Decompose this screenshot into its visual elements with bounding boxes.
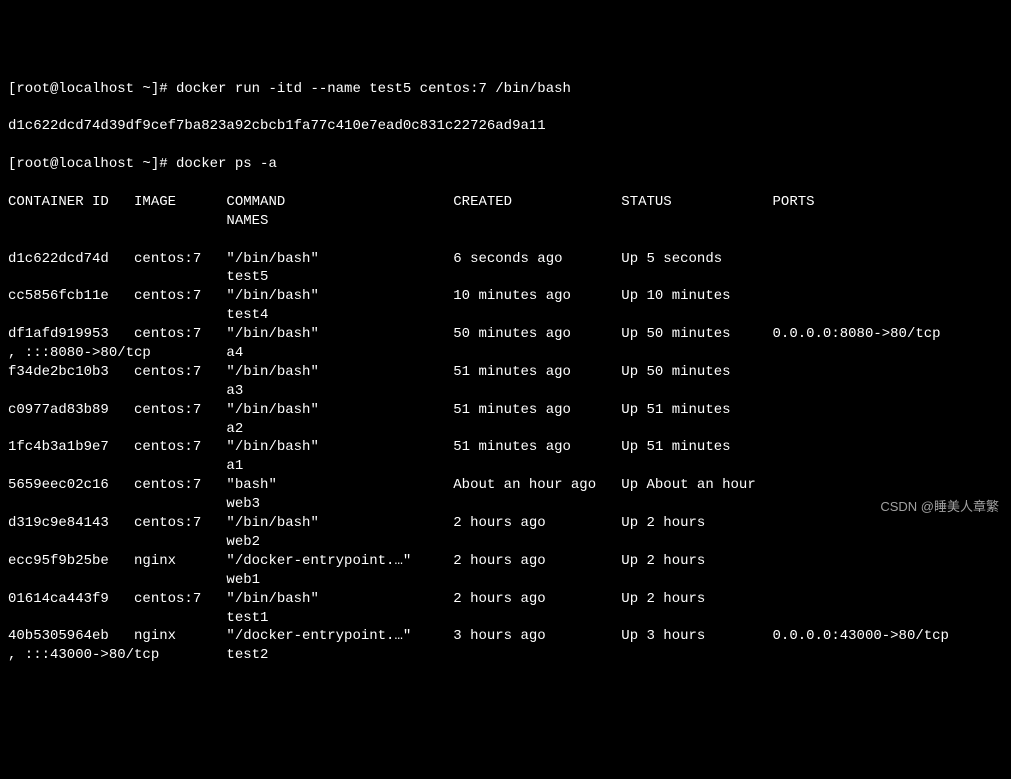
- prompt-user-host: [root@localhost ~]#: [8, 156, 176, 172]
- table-row: d319c9e84143 centos:7 "/bin/bash" 2 hour…: [8, 514, 1003, 533]
- ps-header-line-2: NAMES: [8, 212, 1003, 231]
- table-row: 40b5305964eb nginx "/docker-entrypoint.……: [8, 627, 1003, 646]
- table-row-name: web2: [8, 533, 1003, 552]
- table-row: d1c622dcd74d centos:7 "/bin/bash" 6 seco…: [8, 250, 1003, 269]
- ps-header-line: CONTAINER ID IMAGE COMMAND CREATED STATU…: [8, 193, 1003, 212]
- watermark: CSDN @睡美人章繁: [880, 498, 999, 516]
- table-row: f34de2bc10b3 centos:7 "/bin/bash" 51 min…: [8, 363, 1003, 382]
- table-row: ecc95f9b25be nginx "/docker-entrypoint.……: [8, 552, 1003, 571]
- prompt-line-1: [root@localhost ~]# docker run -itd --na…: [8, 80, 1003, 99]
- table-row: 5659eec02c16 centos:7 "bash" About an ho…: [8, 476, 1003, 495]
- table-row: cc5856fcb11e centos:7 "/bin/bash" 10 min…: [8, 287, 1003, 306]
- table-row: df1afd919953 centos:7 "/bin/bash" 50 min…: [8, 325, 1003, 344]
- prompt-line-2: [root@localhost ~]# docker ps -a: [8, 155, 1003, 174]
- prompt-command: docker run -itd --name test5 centos:7 /b…: [176, 81, 571, 97]
- table-row: c0977ad83b89 centos:7 "/bin/bash" 51 min…: [8, 401, 1003, 420]
- table-row-name: a1: [8, 457, 1003, 476]
- prompt-command: docker ps -a: [176, 156, 277, 172]
- table-row-name: , :::43000->80/tcp test2: [8, 646, 1003, 665]
- table-row-name: , :::8080->80/tcp a4: [8, 344, 1003, 363]
- table-row: 01614ca443f9 centos:7 "/bin/bash" 2 hour…: [8, 590, 1003, 609]
- run-output: d1c622dcd74d39df9cef7ba823a92cbcb1fa77c4…: [8, 117, 1003, 136]
- table-row-name: test5: [8, 268, 1003, 287]
- ps-rows: d1c622dcd74d centos:7 "/bin/bash" 6 seco…: [8, 250, 1003, 666]
- table-row-name: a3: [8, 382, 1003, 401]
- table-row-name: web3: [8, 495, 1003, 514]
- table-row: 1fc4b3a1b9e7 centos:7 "/bin/bash" 51 min…: [8, 438, 1003, 457]
- table-row-name: web1: [8, 571, 1003, 590]
- table-row-name: test4: [8, 306, 1003, 325]
- table-row-name: test1: [8, 609, 1003, 628]
- table-row-name: a2: [8, 420, 1003, 439]
- prompt-user-host: [root@localhost ~]#: [8, 81, 176, 97]
